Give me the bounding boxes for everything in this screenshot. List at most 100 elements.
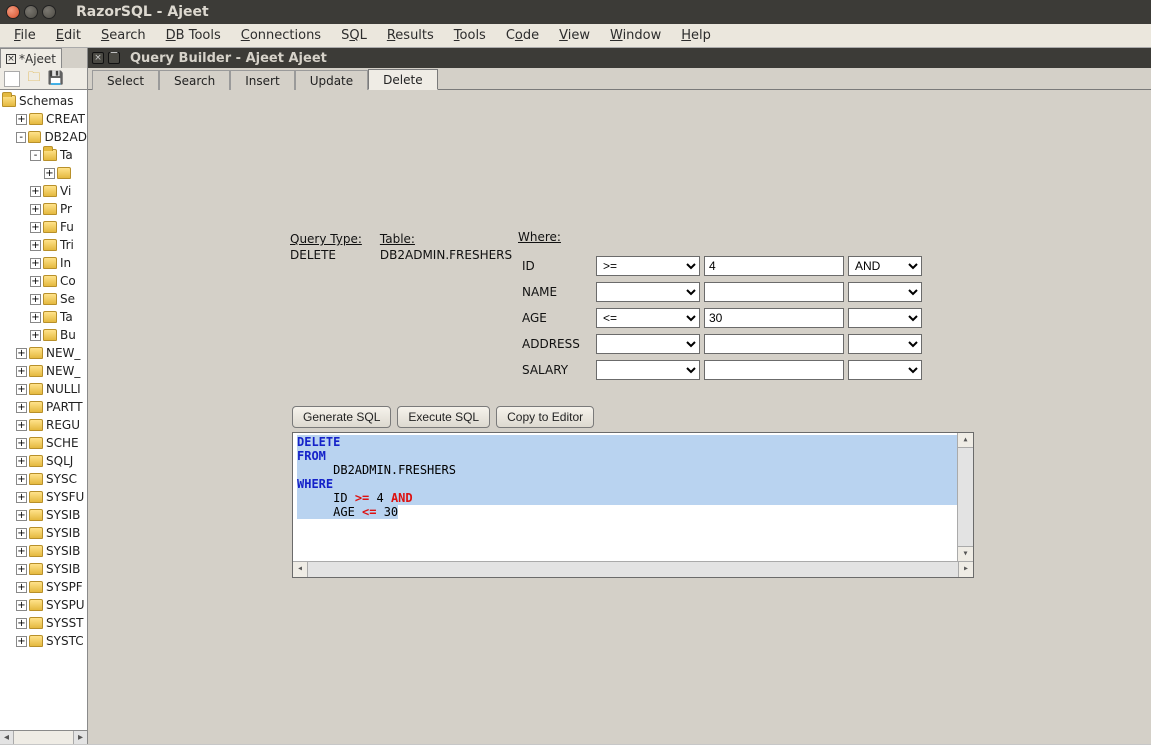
where-value-input[interactable]: [704, 308, 844, 328]
tree-node[interactable]: +Fu: [0, 218, 87, 236]
scroll-left-icon[interactable]: ◂: [0, 731, 14, 744]
tree-node[interactable]: +SCHE: [0, 434, 87, 452]
execute-sql-button[interactable]: Execute SQL: [397, 406, 490, 428]
tree-node[interactable]: +Pr: [0, 200, 87, 218]
tree-node[interactable]: +In: [0, 254, 87, 272]
where-operator-select[interactable]: [596, 282, 700, 302]
menu-connections[interactable]: Connections: [231, 25, 331, 46]
tree-node[interactable]: +SYSFU: [0, 488, 87, 506]
expand-toggle-icon[interactable]: +: [30, 276, 41, 287]
expand-toggle-icon[interactable]: +: [16, 564, 27, 575]
scroll-track[interactable]: [308, 562, 958, 577]
editor-tab-ajeet[interactable]: × *Ajeet: [0, 48, 62, 68]
tree-node[interactable]: +CREAT: [0, 110, 87, 128]
expand-toggle-icon[interactable]: +: [30, 294, 41, 305]
schema-tree[interactable]: Schemas+CREAT-DB2AD-Ta++Vi+Pr+Fu+Tri+In+…: [0, 90, 87, 730]
expand-toggle-icon[interactable]: +: [16, 114, 27, 125]
menu-view[interactable]: View: [549, 25, 600, 46]
tree-node[interactable]: +SYSIB: [0, 506, 87, 524]
tab-insert[interactable]: Insert: [230, 70, 294, 90]
tree-node[interactable]: +NEW_: [0, 344, 87, 362]
where-operator-select[interactable]: [596, 360, 700, 380]
menu-dbtools[interactable]: DB Tools: [156, 25, 231, 46]
tree-root[interactable]: Schemas: [0, 92, 87, 110]
tree-node[interactable]: +SYSPU: [0, 596, 87, 614]
tree-node[interactable]: +SQLJ: [0, 452, 87, 470]
close-icon[interactable]: ×: [92, 52, 104, 64]
expand-toggle-icon[interactable]: +: [16, 402, 27, 413]
tab-select[interactable]: Select: [92, 70, 159, 90]
expand-toggle-icon[interactable]: +: [30, 240, 41, 251]
expand-toggle-icon[interactable]: +: [16, 600, 27, 611]
tree-node[interactable]: +Se: [0, 290, 87, 308]
tree-node[interactable]: +: [0, 164, 87, 182]
expand-toggle-icon[interactable]: +: [16, 510, 27, 521]
tree-node[interactable]: +Co: [0, 272, 87, 290]
where-operator-select[interactable]: [596, 334, 700, 354]
where-conjunction-select[interactable]: [848, 308, 922, 328]
scroll-up-icon[interactable]: ▴: [958, 433, 973, 448]
tree-node[interactable]: +Vi: [0, 182, 87, 200]
menu-sql[interactable]: SQL: [331, 25, 377, 46]
new-file-icon[interactable]: [4, 71, 20, 87]
expand-toggle-icon[interactable]: +: [16, 366, 27, 377]
where-operator-select[interactable]: <=: [596, 308, 700, 328]
tree-node[interactable]: +SYSC: [0, 470, 87, 488]
menu-window[interactable]: Window: [600, 25, 671, 46]
expand-toggle-icon[interactable]: +: [16, 420, 27, 431]
tree-node[interactable]: +NEW_: [0, 362, 87, 380]
tree-node[interactable]: +SYSIB: [0, 542, 87, 560]
tree-node[interactable]: +Tri: [0, 236, 87, 254]
where-value-input[interactable]: [704, 256, 844, 276]
where-value-input[interactable]: [704, 334, 844, 354]
close-icon[interactable]: ×: [6, 54, 16, 64]
where-conjunction-select[interactable]: [848, 360, 922, 380]
tree-node[interactable]: +PARTT: [0, 398, 87, 416]
hscrollbar[interactable]: ◂ ▸: [293, 561, 973, 577]
expand-toggle-icon[interactable]: +: [16, 492, 27, 503]
minimize-icon[interactable]: ‾: [108, 52, 120, 64]
where-conjunction-select[interactable]: [848, 282, 922, 302]
where-operator-select[interactable]: >=: [596, 256, 700, 276]
expand-toggle-icon[interactable]: -: [16, 132, 26, 143]
expand-toggle-icon[interactable]: +: [16, 582, 27, 593]
tree-node[interactable]: +SYSPF: [0, 578, 87, 596]
scroll-track[interactable]: [14, 731, 73, 744]
open-folder-icon[interactable]: 🗀: [26, 71, 42, 87]
save-icon[interactable]: 💾: [48, 71, 64, 87]
generate-sql-button[interactable]: Generate SQL: [292, 406, 391, 428]
tree-node[interactable]: +SYSIB: [0, 560, 87, 578]
minimize-icon[interactable]: [24, 5, 38, 19]
tree-node[interactable]: +Ta: [0, 308, 87, 326]
sql-preview[interactable]: DELETE FROM DB2ADMIN.FRESHERS WHERE ID >…: [292, 432, 974, 578]
where-conjunction-select[interactable]: [848, 334, 922, 354]
copy-to-editor-button[interactable]: Copy to Editor: [496, 406, 594, 428]
tree-hscroll[interactable]: ◂ ▸: [0, 730, 87, 744]
menu-tools[interactable]: Tools: [444, 25, 496, 46]
tree-node[interactable]: -Ta: [0, 146, 87, 164]
expand-toggle-icon[interactable]: +: [30, 222, 41, 233]
tab-update[interactable]: Update: [295, 70, 368, 90]
expand-toggle-icon[interactable]: +: [30, 312, 41, 323]
scroll-down-icon[interactable]: ▾: [958, 546, 973, 561]
menu-results[interactable]: Results: [377, 25, 444, 46]
tree-node[interactable]: +SYSIB: [0, 524, 87, 542]
expand-toggle-icon[interactable]: +: [16, 528, 27, 539]
scroll-right-icon[interactable]: ▸: [73, 731, 87, 744]
menu-help[interactable]: Help: [671, 25, 721, 46]
menu-file[interactable]: File: [4, 25, 46, 46]
expand-toggle-icon[interactable]: +: [16, 618, 27, 629]
expand-toggle-icon[interactable]: +: [30, 204, 41, 215]
maximize-icon[interactable]: [42, 5, 56, 19]
tree-node[interactable]: +Bu: [0, 326, 87, 344]
scroll-left-icon[interactable]: ◂: [293, 562, 308, 577]
tree-node[interactable]: +NULLI: [0, 380, 87, 398]
tab-search[interactable]: Search: [159, 70, 230, 90]
where-conjunction-select[interactable]: AND: [848, 256, 922, 276]
scroll-right-icon[interactable]: ▸: [958, 562, 973, 577]
close-icon[interactable]: [6, 5, 20, 19]
menu-search[interactable]: Search: [91, 25, 156, 46]
expand-toggle-icon[interactable]: +: [16, 348, 27, 359]
scroll-track[interactable]: [958, 448, 973, 546]
expand-toggle-icon[interactable]: +: [16, 384, 27, 395]
